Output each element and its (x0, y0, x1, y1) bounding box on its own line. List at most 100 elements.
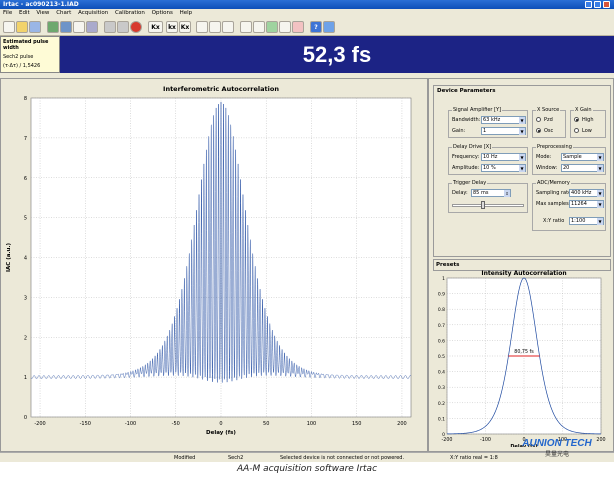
menu-file[interactable]: File (3, 10, 12, 16)
gain-value: 1 (483, 128, 487, 134)
menu-bar: File Edit View Chart Acquisition Calibra… (0, 9, 614, 18)
amplitude-select[interactable]: 10 % ▼ (481, 164, 526, 172)
menu-options[interactable]: Options (152, 10, 173, 16)
chart-icon[interactable] (209, 21, 221, 33)
xy-ratio-select[interactable]: 1:100 ▼ (569, 217, 604, 225)
kx-button[interactable]: Kx (148, 21, 163, 33)
x-tick-label: 50 (263, 421, 269, 427)
frequency-select[interactable]: 10 Hz ▼ (481, 153, 526, 161)
close-button[interactable] (603, 1, 610, 8)
intensity-y-tick-label: 0.8 (438, 307, 445, 313)
trigger-delay-slider[interactable] (452, 204, 524, 207)
y-tick-label: 5 (24, 216, 27, 222)
stats-icon[interactable] (196, 21, 208, 33)
stop-icon[interactable] (117, 21, 129, 33)
x-tick-label: -200 (34, 421, 45, 427)
minimize-button[interactable] (585, 1, 592, 8)
intensity-y-tick-label: 1 (442, 276, 445, 282)
preprocessing-title: Preprocessing (536, 144, 573, 150)
y-tick-label: 8 (24, 96, 27, 102)
brand-name: AUNION TECH (522, 438, 592, 449)
chart-title: Interferometric Autocorrelation (163, 85, 279, 93)
signal-icon[interactable] (222, 21, 234, 33)
mode-value: Sample (563, 154, 582, 160)
gain-label: Gain: (452, 128, 466, 134)
report-icon[interactable] (73, 21, 85, 33)
xy-ratio-label: X:Y ratio (543, 218, 565, 224)
export-icon[interactable] (60, 21, 72, 33)
pulse-width-display: 52,3 fs (60, 36, 614, 73)
chevron-down-icon: ▼ (597, 165, 603, 172)
refresh-icon[interactable] (266, 21, 278, 33)
bandwidth-select[interactable]: 63 kHz ▼ (481, 116, 526, 124)
intensity-y-tick-label: 0.3 (438, 385, 445, 391)
print-icon[interactable] (240, 21, 252, 33)
chevron-down-icon: ▼ (519, 128, 525, 135)
intensity-chart-title: Intensity Autocorrelation (481, 270, 566, 277)
window-select[interactable]: 20 ▼ (561, 164, 604, 172)
y-tick-label: 0 (24, 415, 27, 421)
delay-value: 85 ms (473, 190, 489, 196)
max-samples-select[interactable]: 11264 ▼ (569, 200, 604, 208)
signal-amplifier-title: Signal Amplifier [Y] (452, 107, 503, 113)
config-icon[interactable] (86, 21, 98, 33)
spinner-icon: ⇕ (504, 190, 510, 197)
kx-small-button[interactable]: kx (166, 21, 178, 33)
delay-spinner[interactable]: 85 ms ⇕ (471, 189, 511, 197)
iac-chart: Interferometric Autocorrelation -200 -150 -… (6, 85, 412, 436)
open-folder-icon[interactable] (16, 21, 28, 33)
sampling-rate-value: 400 kHz (571, 190, 592, 196)
x-gain-high-radio[interactable] (574, 117, 579, 122)
x-tick-label: 0 (219, 421, 222, 427)
intensity-y-tick-label: 0.5 (438, 354, 445, 360)
x-gain-low-radio[interactable] (574, 128, 579, 133)
gain-select[interactable]: 1 ▼ (481, 127, 526, 135)
x-source-pzd-radio[interactable] (536, 117, 541, 122)
save-icon[interactable] (29, 21, 41, 33)
menu-acquisition[interactable]: Acquisition (78, 10, 108, 16)
brand-logo: AUNION TECH 昊量光电 (507, 438, 607, 468)
chevron-down-icon: ▼ (597, 201, 603, 208)
x-tick-label: -150 (80, 421, 91, 427)
right-panel: Device Parameters Signal Amplifier [Y] B… (428, 78, 614, 452)
menu-view[interactable]: View (36, 10, 49, 16)
max-samples-value: 11264 (571, 201, 587, 207)
kx-alt-button[interactable]: Kx (179, 21, 191, 33)
amplitude-value: 10 % (483, 165, 496, 171)
menu-chart[interactable]: Chart (56, 10, 71, 16)
pause-icon[interactable] (104, 21, 116, 33)
y-tick-label: 2 (24, 335, 27, 341)
x-tick-label: 200 (397, 421, 407, 427)
record-icon[interactable] (130, 21, 142, 33)
marker-icon[interactable] (292, 21, 304, 33)
info-icon[interactable] (323, 21, 335, 33)
help-icon[interactable]: ? (310, 21, 322, 33)
max-samples-label: Max samples: (536, 201, 571, 207)
intensity-y-tick-label: 0.7 (438, 323, 445, 329)
info-pulse-type: Sech2 pulse (3, 54, 34, 60)
menu-help[interactable]: Help (180, 10, 193, 16)
window-value: 20 (563, 165, 570, 171)
maximize-button[interactable] (594, 1, 601, 8)
intensity-y-tick-label: 0 (442, 432, 445, 438)
intensity-y-tick-label: 0.1 (438, 416, 445, 422)
x-gain-group: X Gain High Low (570, 107, 606, 138)
x-source-osc-radio[interactable] (536, 128, 541, 133)
new-file-icon[interactable] (3, 21, 15, 33)
chevron-down-icon: ▼ (519, 154, 525, 161)
xy-ratio-value: 1:100 (571, 218, 586, 224)
acquire-icon[interactable] (47, 21, 59, 33)
zoom-icon[interactable] (253, 21, 265, 33)
x-tick-label: -100 (125, 421, 136, 427)
slider-thumb[interactable] (481, 201, 486, 209)
sampling-rate-select[interactable]: 400 kHz ▼ (569, 189, 604, 197)
menu-edit[interactable]: Edit (19, 10, 30, 16)
y-tick-label: 3 (24, 295, 27, 301)
mode-select[interactable]: Sample ▼ (561, 153, 604, 161)
x-tick-label: -50 (172, 421, 180, 427)
intensity-y-tick-label: 0.2 (438, 401, 445, 407)
title-bar: Irtac - ac090213-1.IAD (0, 0, 614, 9)
window-title: Irtac - ac090213-1.IAD (3, 1, 79, 8)
settings-icon[interactable] (279, 21, 291, 33)
menu-calibration[interactable]: Calibration (115, 10, 145, 16)
